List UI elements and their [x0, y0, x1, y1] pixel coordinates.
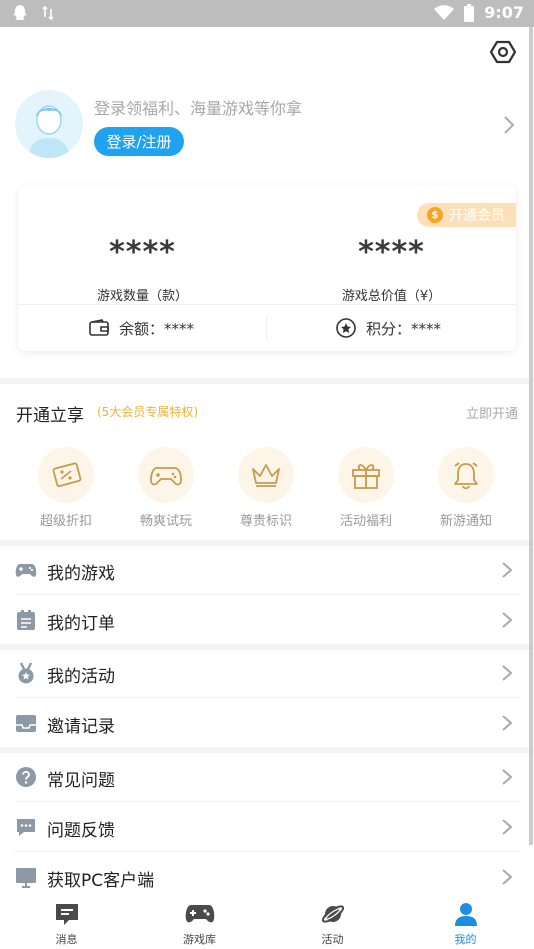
menu-divider [15, 801, 520, 802]
menu-label: 问题反馈 [47, 821, 115, 841]
menu-divider [15, 851, 520, 852]
menu-label: 我的游戏 [47, 564, 115, 584]
login-tip: 登录领福利、海量游戏等你拿 [94, 99, 303, 118]
bottom-tab-bar: 消息 游戏库 活动 我的 [0, 895, 534, 949]
chevron-right-icon[interactable] [502, 115, 516, 135]
medal-icon [18, 662, 34, 684]
menu-my-activities[interactable]: 我的活动 [0, 649, 534, 699]
question-icon [16, 767, 36, 787]
card-vertical-divider [266, 316, 267, 340]
card-divider [18, 304, 516, 305]
gamepad-icon [15, 564, 37, 577]
inbox-icon [16, 715, 36, 732]
login-register-button[interactable]: 登录/注册 [94, 127, 184, 156]
tab-mine[interactable]: 我的 [399, 901, 532, 947]
perk-label: 畅爽试玩 [139, 514, 192, 529]
game-value-stat[interactable]: **** 游戏总价值（¥） [267, 233, 516, 304]
points-item[interactable]: 积分：**** [336, 316, 441, 340]
bell-icon [438, 447, 494, 503]
section-gap [0, 378, 534, 384]
menu-label: 获取PC客户端 [47, 871, 155, 891]
perk-noble-badge[interactable]: 尊贵标识 [216, 447, 316, 529]
game-count-label: 游戏数量（款） [96, 289, 188, 304]
vip-section-subtitle: (5大会员专属特权) [97, 405, 198, 419]
vip-section-title: 开通立享 [16, 406, 84, 426]
wallet-icon [89, 319, 109, 336]
perk-label: 尊贵标识 [239, 514, 292, 529]
tab-activities[interactable]: 活动 [266, 901, 399, 947]
tab-label: 消息 [55, 933, 78, 946]
chevron-right-icon [502, 819, 513, 835]
perk-trial-play[interactable]: 畅爽试玩 [116, 447, 216, 529]
avatar[interactable] [15, 90, 83, 158]
user-icon [454, 903, 477, 926]
wifi-icon [434, 4, 455, 20]
chevron-right-icon [502, 612, 513, 628]
menu-label: 我的活动 [47, 667, 115, 687]
menu-divider [15, 697, 520, 698]
star-circle-icon [336, 318, 356, 338]
status-bar: 9:07 [0, 0, 534, 27]
tab-label: 游戏库 [183, 933, 216, 946]
stats-card: $ 开通会员 **** 游戏数量（款） **** 游戏总价值（¥） 余额：***… [18, 185, 516, 351]
crown-icon [238, 447, 294, 503]
perk-new-game-notice[interactable]: 新游通知 [416, 447, 516, 529]
balance-label: 余额：**** [119, 319, 195, 338]
open-vip-badge[interactable]: $ 开通会员 [417, 203, 516, 227]
gift-icon [338, 447, 394, 503]
open-vip-label: 开通会员 [449, 208, 505, 224]
game-library-icon [185, 905, 214, 923]
battery-icon [464, 3, 475, 22]
game-value-value: **** [358, 235, 425, 270]
perk-activity-welfare[interactable]: 活动福利 [316, 447, 416, 529]
discount-ticket-icon [38, 447, 94, 503]
chevron-right-icon [502, 869, 513, 885]
perk-super-discount[interactable]: 超级折扣 [16, 447, 116, 529]
game-count-stat[interactable]: **** 游戏数量（款） [18, 233, 267, 304]
settings-icon[interactable] [490, 39, 516, 65]
balance-item[interactable]: 余额：**** [89, 316, 194, 340]
chevron-right-icon [502, 715, 513, 731]
data-transfer-icon [42, 6, 54, 20]
menu-divider [15, 594, 520, 595]
tab-game-library[interactable]: 游戏库 [133, 901, 266, 947]
chevron-right-icon [502, 562, 513, 578]
menu-faq[interactable]: 常见问题 [0, 753, 534, 803]
clock: 9:07 [484, 3, 524, 22]
tab-label: 我的 [454, 933, 477, 946]
menu-my-games[interactable]: 我的游戏 [0, 546, 534, 596]
menu-label: 邀请记录 [47, 717, 115, 737]
game-value-label: 游戏总价值（¥） [341, 289, 442, 304]
coin-icon: $ [427, 207, 443, 223]
menu-invite-records[interactable]: 邀请记录 [0, 699, 534, 749]
message-icon [55, 904, 78, 925]
chat-bubble-icon [17, 819, 35, 836]
points-label: 积分：**** [366, 319, 442, 338]
scrollbar[interactable] [529, 27, 533, 845]
profile-header[interactable]: 登录领福利、海量游戏等你拿 登录/注册 [15, 90, 520, 162]
game-count-value: **** [109, 235, 176, 270]
menu-label: 我的订单 [47, 614, 115, 634]
menu-feedback[interactable]: 问题反馈 [0, 803, 534, 853]
order-list-icon [17, 610, 35, 630]
qq-icon [13, 5, 27, 20]
chevron-right-icon [502, 665, 513, 681]
tab-label: 活动 [321, 933, 344, 946]
gamepad-icon [138, 447, 194, 503]
monitor-icon [16, 868, 36, 888]
vip-open-link[interactable]: 立即开通 [466, 403, 518, 422]
perk-label: 新游通知 [439, 514, 492, 529]
planet-icon [321, 905, 344, 923]
perk-label: 活动福利 [339, 514, 392, 529]
chevron-right-icon [502, 769, 513, 785]
menu-label: 常见问题 [47, 771, 115, 791]
default-avatar-icon [15, 90, 83, 158]
menu-my-orders[interactable]: 我的订单 [0, 596, 534, 646]
tab-messages[interactable]: 消息 [0, 901, 133, 947]
perk-label: 超级折扣 [39, 514, 92, 529]
